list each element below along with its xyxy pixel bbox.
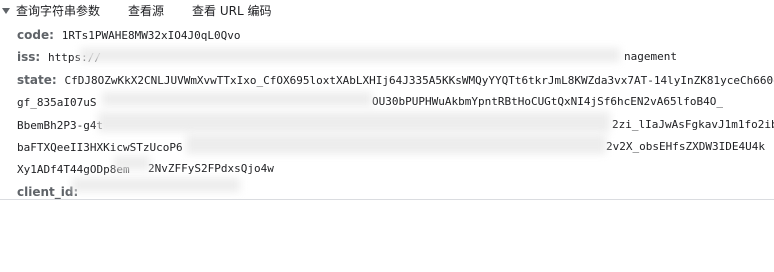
param-value-fragment: 2zi_lIaJwAsFgkavJ1m1fo2ib: [612, 117, 774, 131]
redaction-blur: [80, 48, 620, 62]
param-value: gf_835aI07uS: [17, 96, 97, 110]
param-key: client_id:: [17, 184, 79, 199]
view-url-encoded-link[interactable]: 查看 URL 编码: [192, 2, 271, 19]
redaction-blur: [72, 178, 240, 192]
collapse-triangle-icon[interactable]: [2, 7, 10, 14]
redaction-blur: [102, 92, 372, 106]
param-row-code: code: 1RTs1PWAHE8MW32xIO4J0qL0Qvo: [17, 24, 774, 46]
redaction-blur: [98, 112, 610, 132]
view-source-link[interactable]: 查看源: [128, 2, 164, 19]
param-value-fragment: nagement: [624, 50, 677, 64]
param-key: code:: [17, 28, 54, 42]
param-value: BbemBh2P3-g4t: [17, 118, 104, 132]
param-value: 1RTs1PWAHE8MW32xIO4J0qL0Qvo: [61, 29, 241, 42]
param-value: CfDJ8OZwKkX2CNLJUVWmXvwTTxIxo_CfOX695lox…: [64, 73, 774, 87]
query-string-parameters-panel: 查询字符串参数 查看源 查看 URL 编码 code: 1RTs1PWAHE8M…: [0, 0, 774, 272]
redaction-blur: [186, 134, 606, 154]
param-row-state: state: CfDJ8OZwKkX2CNLJUVWmXvwTTxIxo_CfO…: [17, 69, 774, 91]
param-value: baFTXQeeII3HXKicwSTzUcoP6: [17, 140, 183, 154]
param-value-fragment: OU30bPUPHWuAkbmYpntRBtHoCUGtQxNI4jSf6hcE…: [372, 95, 723, 109]
section-title[interactable]: 查询字符串参数: [16, 2, 100, 19]
redaction-blur: [114, 156, 150, 170]
param-key: state:: [17, 72, 57, 87]
section-divider: [0, 199, 774, 200]
param-value: Xy1ADf4T44gODp8em: [17, 163, 130, 177]
param-key: iss:: [17, 50, 41, 65]
param-value-fragment: 2v2X_obsEHfsZXDW3IDE4U4k: [606, 139, 765, 153]
section-header: 查询字符串参数 查看源 查看 URL 编码: [0, 0, 774, 20]
